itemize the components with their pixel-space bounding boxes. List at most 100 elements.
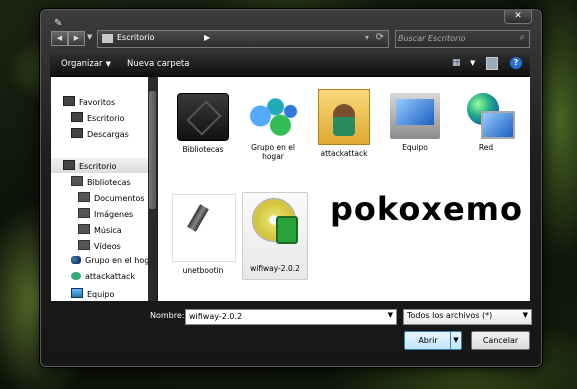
chevron-down-icon[interactable]: ▼ bbox=[388, 311, 393, 319]
tree-item-label: Escritorio bbox=[79, 162, 117, 171]
disc-image-icon bbox=[250, 196, 300, 260]
tree-item-label: Grupo en el hogar bbox=[85, 256, 148, 265]
tree-item-musica[interactable]: Música bbox=[78, 224, 122, 235]
network-icon bbox=[461, 93, 515, 139]
back-arrow-icon: ◀ bbox=[56, 34, 63, 42]
computer-icon bbox=[390, 93, 440, 139]
user-folder-icon bbox=[318, 89, 370, 145]
tree-item-label: Vídeos bbox=[94, 242, 121, 251]
new-folder-button[interactable]: Nueva carpeta bbox=[127, 59, 189, 69]
computer-icon bbox=[71, 288, 83, 298]
file-name-input[interactable] bbox=[189, 311, 379, 322]
open-label: Abrir bbox=[418, 336, 438, 345]
tree-item-label: Favoritos bbox=[79, 98, 116, 107]
file-type-value: Todos los archivos (*) bbox=[407, 311, 493, 320]
tree-item-documentos[interactable]: Documentos bbox=[78, 192, 145, 203]
desktop-icon bbox=[71, 112, 83, 122]
file-item-label: Equipo bbox=[402, 143, 428, 152]
homegroup-icon bbox=[71, 256, 81, 264]
downloads-icon bbox=[71, 128, 83, 138]
tree-item-label: Música bbox=[94, 226, 122, 235]
tree-item-equipo[interactable]: Equipo bbox=[71, 288, 114, 299]
search-icon[interactable]: ⌕ bbox=[519, 32, 525, 43]
music-icon bbox=[78, 224, 90, 234]
library-icon bbox=[71, 176, 83, 186]
videos-icon bbox=[78, 240, 90, 250]
file-name-combobox[interactable]: ▼ bbox=[185, 309, 397, 325]
tree-item-grupo-hogar[interactable]: Grupo en el hogar bbox=[71, 256, 148, 265]
address-history-dropdown[interactable]: ▾ bbox=[365, 33, 369, 42]
app-icon: ✎ bbox=[54, 18, 63, 29]
organize-label: Organizar bbox=[61, 59, 103, 69]
folder-icon bbox=[102, 34, 113, 43]
scrollbar-thumb[interactable] bbox=[149, 91, 156, 209]
file-item-label: Bibliotecas bbox=[182, 145, 224, 154]
chevron-down-icon: ▼ bbox=[522, 311, 528, 319]
tree-item-descargas[interactable]: Descargas bbox=[71, 128, 129, 139]
tree-item-favoritos[interactable]: Favoritos bbox=[63, 96, 115, 107]
preview-pane-icon[interactable] bbox=[486, 57, 498, 70]
chevron-down-icon: ▼ bbox=[105, 60, 111, 68]
tree-item-label: Bibliotecas bbox=[87, 178, 131, 187]
file-item-equipo[interactable]: Equipo bbox=[384, 93, 446, 152]
file-item-unetbootin[interactable]: unetbootin bbox=[172, 194, 236, 275]
search-input[interactable] bbox=[398, 32, 510, 45]
dialog-footer: Nombre: ▼ Todos los archivos (*) ▼ Abrir… bbox=[20, 302, 532, 354]
change-view-icon[interactable]: ▦ bbox=[452, 58, 461, 68]
file-name-label: Nombre: bbox=[150, 311, 185, 320]
file-list: Bibliotecas Grupo en el hogar attackatta… bbox=[158, 77, 530, 301]
pictures-icon bbox=[78, 208, 90, 218]
recent-locations-dropdown[interactable]: ▼ bbox=[87, 33, 92, 41]
organize-menu[interactable]: Organizar ▼ bbox=[61, 59, 111, 69]
file-item-wifiway[interactable]: wifiway-2.0.2 bbox=[242, 192, 308, 280]
tree-item-label: attackattack bbox=[85, 272, 136, 281]
address-bar[interactable]: Escritorio ▶ ▾ ⟳ bbox=[97, 30, 389, 48]
tree-item-bibliotecas[interactable]: Bibliotecas bbox=[71, 176, 131, 187]
documents-icon bbox=[78, 192, 90, 202]
libraries-icon bbox=[177, 93, 229, 141]
navigation-scrollbar[interactable] bbox=[148, 77, 157, 301]
open-options-dropdown[interactable]: ▼ bbox=[450, 332, 461, 349]
tree-item-attackattack[interactable]: attackattack bbox=[71, 272, 135, 281]
file-item-bibliotecas[interactable]: Bibliotecas bbox=[172, 93, 234, 154]
tree-item-escritorio-fav[interactable]: Escritorio bbox=[71, 112, 125, 123]
tree-item-label: Escritorio bbox=[87, 114, 125, 123]
navigation-pane: Favoritos Escritorio Descargas Escritori… bbox=[51, 77, 148, 301]
file-item-label: Grupo en el hogar bbox=[251, 143, 295, 161]
tree-item-videos[interactable]: Vídeos bbox=[78, 240, 121, 251]
refresh-icon[interactable]: ⟳ bbox=[376, 32, 384, 43]
breadcrumb-escritorio[interactable]: Escritorio bbox=[117, 33, 155, 42]
file-item-label: unetbootin bbox=[182, 266, 224, 275]
tree-item-label: Equipo bbox=[87, 290, 115, 299]
navigation-row: ◀ ▶ ▼ Escritorio ▶ ▾ ⟳ ⌕ bbox=[50, 29, 530, 48]
cancel-button[interactable]: Cancelar bbox=[471, 331, 530, 350]
file-item-label: attackattack bbox=[320, 149, 368, 158]
back-button[interactable]: ◀ bbox=[51, 31, 68, 46]
view-options-dropdown[interactable]: ▼ bbox=[470, 59, 475, 67]
tree-item-imagenes[interactable]: Imágenes bbox=[78, 208, 133, 219]
tree-item-label: Imágenes bbox=[94, 210, 134, 219]
file-type-select[interactable]: Todos los archivos (*) ▼ bbox=[403, 309, 532, 325]
command-bar: Organizar ▼ Nueva carpeta ▦ ▼ ? bbox=[50, 54, 530, 77]
file-item-label: wifiway-2.0.2 bbox=[250, 264, 300, 273]
tree-item-escritorio[interactable]: Escritorio bbox=[51, 158, 148, 173]
usb-icon bbox=[172, 194, 236, 262]
forward-arrow-icon: ▶ bbox=[73, 34, 80, 42]
forward-button[interactable]: ▶ bbox=[68, 31, 85, 46]
watermark-text: pokoxemo bbox=[330, 190, 523, 228]
close-icon: ✕ bbox=[514, 11, 522, 21]
desktop-icon bbox=[63, 160, 75, 170]
search-box[interactable]: ⌕ bbox=[395, 30, 530, 48]
file-item-red[interactable]: Red bbox=[455, 93, 517, 152]
help-icon[interactable]: ? bbox=[510, 57, 522, 69]
close-button[interactable]: ✕ bbox=[504, 10, 532, 24]
breadcrumb-chevron-icon[interactable]: ▶ bbox=[204, 33, 210, 42]
file-item-label: Red bbox=[478, 143, 494, 152]
file-item-grupo-hogar[interactable]: Grupo en el hogar bbox=[242, 93, 304, 161]
tree-item-label: Documentos bbox=[94, 194, 145, 203]
favorites-icon bbox=[63, 96, 75, 106]
homegroup-icon bbox=[248, 93, 298, 139]
open-button[interactable]: Abrir ▼ bbox=[404, 331, 462, 350]
tree-item-label: Descargas bbox=[87, 130, 129, 139]
file-item-attackattack[interactable]: attackattack bbox=[313, 89, 375, 158]
